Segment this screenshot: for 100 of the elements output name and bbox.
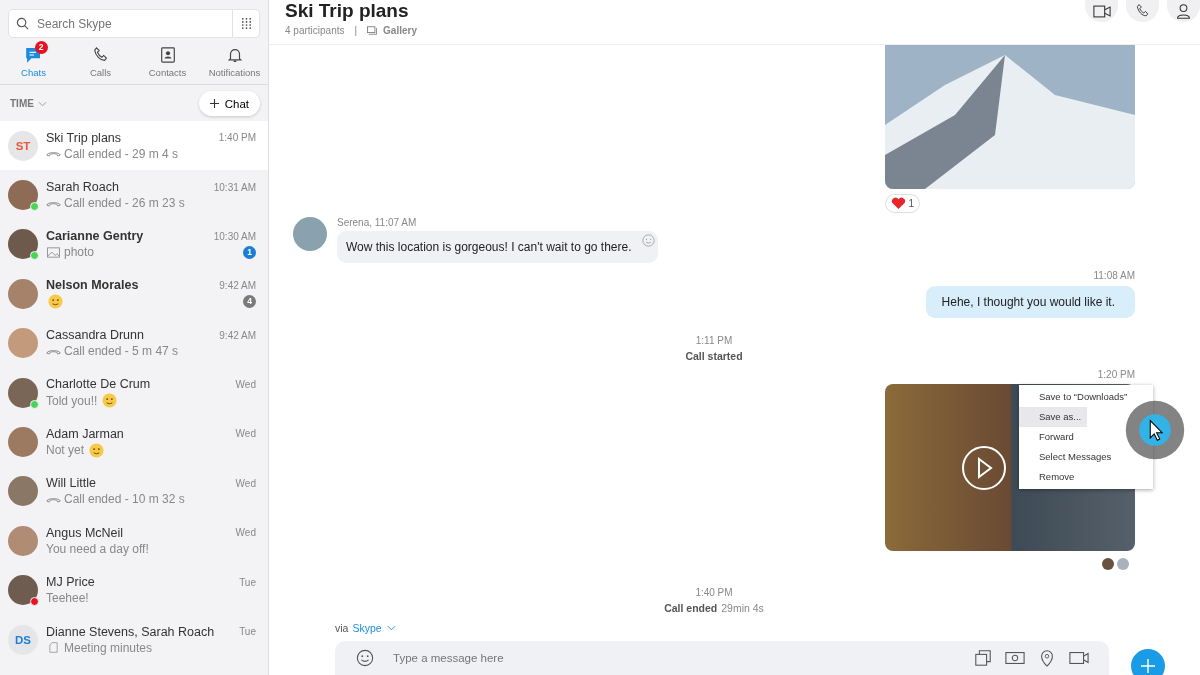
message-preview: Call ended - 10 m 32 s [64,492,185,507]
chat-list-item[interactable]: Carianne Gentry 10:30 AM photo 1 [0,219,268,270]
money-icon[interactable] [1005,649,1025,667]
menu-item[interactable]: Remove [1019,467,1081,487]
contact-name: Adam Jarman [46,426,125,441]
chat-list-item[interactable]: MJ Price Tue Teehee! [0,565,268,615]
participants-count[interactable]: 4 participants [285,25,345,36]
search-icon [16,17,29,30]
chevron-down-icon [37,100,47,107]
chat-time: Wed [235,378,256,390]
avatar-photo-placeholder [8,180,38,211]
call-event: Call ended 29min 4s [664,602,764,614]
chat-list-item[interactable]: Will Little Wed Call ended - 10 m 32 s [0,466,268,517]
message-preview: You need a day off! [46,541,149,556]
message-preview: Teehee! [46,591,89,606]
avatar-photo-placeholder [8,328,38,359]
event-time: 1:40 PM [695,587,733,598]
unread-badge: 2 [34,41,48,54]
chat-time: Wed [235,428,256,440]
gallery-link[interactable]: Gallery [383,25,417,36]
contact-name: Carianne Gentry [46,229,145,244]
contact-name: Angus McNeil [46,525,125,540]
event-time: 1:11 PM [695,335,733,346]
chat-list-item[interactable]: Charlotte De Crum Wed Told you!! [0,367,268,418]
message-time: 1:20 PM [1096,369,1135,380]
search-field[interactable]: Search Skype [8,9,233,38]
chevron-down-icon [386,625,396,631]
emoji-icon [48,294,63,310]
message-preview: Not yet [46,443,84,458]
call-event: Call started [685,350,743,362]
nav-tab[interactable]: Calls [67,40,134,78]
menu-item[interactable]: Save to “Downloads” [1019,387,1134,407]
person-icon [1175,2,1192,20]
avatar-photo-placeholder [8,278,38,309]
avatar-photo-placeholder [8,476,38,507]
chat-list-item[interactable]: Angus McNeil Wed You need a day off! [0,516,268,566]
incoming-message: Wow this location is gorgeous! I can't wait to go there. [337,231,658,263]
video-call-button[interactable] [1085,0,1118,22]
initials-avatar: DS [8,624,38,655]
video-message-icon[interactable] [1069,649,1089,667]
image-icon [46,246,61,258]
chat-time: 10:31 AM [213,181,256,193]
dialpad-button[interactable] [233,9,260,38]
message-time: 11:08 AM [1092,270,1135,281]
mountain-photo-placeholder[interactable] [885,45,1135,189]
add-person-button[interactable] [1167,0,1200,22]
chat-list-item[interactable]: Nelson Morales 9:42 AM 4 [0,269,268,319]
chat-time: 10:30 AM [213,230,256,242]
unread-count-badge: 1 [243,245,256,259]
media-icon[interactable] [973,649,993,667]
nav-tab[interactable]: 2 Chats [0,40,67,78]
message-preview: photo [64,245,95,260]
chat-list-item[interactable]: Adam Jarman Wed Not yet [0,417,268,467]
search-input[interactable]: Search Skype [35,15,189,32]
contact-name: Cassandra Drunn [46,328,145,343]
contact-name: MJ Price [46,575,96,590]
add-button[interactable] [1131,649,1165,675]
menu-item[interactable]: Forward [1019,427,1080,447]
avatar-photo-placeholder [8,525,38,556]
conversation-title: Ski Trip plans [285,0,410,21]
chat-list-item[interactable]: DS Dianne Stevens, Sarah Roach Tue Meeting minutes [0,614,268,665]
message-preview: Call ended - 26 m 23 s [64,196,185,211]
separator: | [354,25,358,36]
emoji-icon[interactable] [355,649,375,667]
menu-item[interactable]: Select Messages [1019,447,1118,467]
sort-dropdown[interactable]: TIME [10,98,47,109]
chat-time: Wed [235,527,256,539]
chat-time: 1:40 PM [218,132,256,144]
message-composer[interactable]: Type a message here [335,641,1109,675]
chat-time: Wed [235,477,256,489]
play-icon[interactable] [961,444,1007,491]
chat-list-item[interactable]: Sarah Roach 10:31 AM Call ended - 26 m 23 s [0,170,268,220]
contact-name: Nelson Morales [46,278,140,293]
heart-icon [891,197,907,210]
unread-count-badge: 4 [243,295,256,309]
new-chat-button[interactable]: Chat [198,91,260,116]
chat-time: Tue [239,576,256,588]
service-dropdown[interactable]: Skype [352,622,396,634]
plus-icon [209,99,219,108]
contact-name: Dianne Stevens, Sarah Roach [46,624,216,639]
audio-call-button[interactable] [1126,0,1159,22]
chat-list-item[interactable]: Cassandra Drunn 9:42 AM Call ended - 5 m 47 s [0,318,268,368]
chat-list-item[interactable]: ST Ski Trip plans 1:40 PM Call ended - 29 m 4 s [0,121,268,171]
contact-name: Charlotte De Crum [46,377,152,392]
message-preview: Call ended - 29 m 4 s [64,146,179,161]
message-preview: Meeting minutes [64,640,153,655]
avatar-photo-placeholder [8,427,38,458]
avatar-photo-placeholder [8,575,38,606]
read-receipt-avatar [1117,558,1129,570]
menu-item[interactable]: Save as... [1019,407,1088,427]
nav-tab[interactable]: Contacts [134,40,201,78]
nav-tab[interactable]: Notifications [201,40,268,78]
plus-icon [1141,659,1155,673]
sender-and-time: Serena, 11:07 AM [337,217,418,228]
chat-time: Tue [239,626,256,638]
contact-name: Ski Trip plans [46,130,123,145]
message-preview: Told you!! [46,393,98,408]
phone-icon [1134,3,1151,19]
message-input[interactable]: Type a message here [391,651,961,665]
dialpad-icon [239,17,253,30]
